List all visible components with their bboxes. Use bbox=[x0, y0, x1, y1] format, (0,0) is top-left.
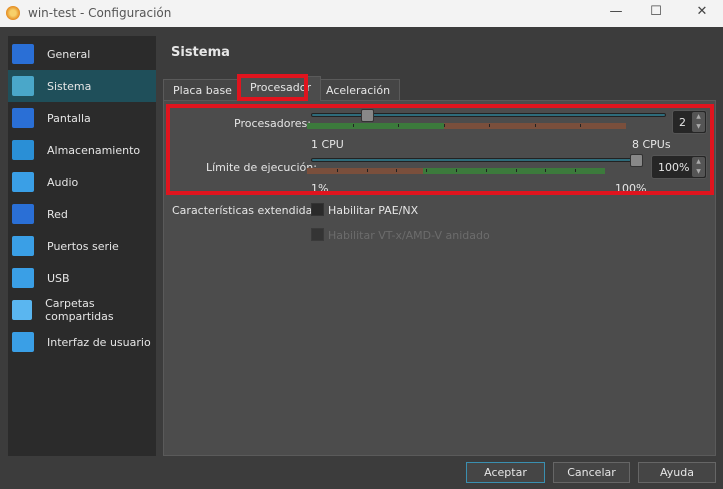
sidebar-item-label: Almacenamiento bbox=[47, 143, 141, 157]
sidebar-item-puertos-serie[interactable]: Puertos serie bbox=[8, 230, 156, 262]
minimize-button[interactable]: — bbox=[606, 4, 626, 22]
highlight-tab bbox=[237, 74, 308, 101]
nested-vtx-checkbox[interactable] bbox=[311, 228, 324, 241]
system-icon bbox=[12, 76, 34, 96]
usb-icon bbox=[12, 268, 34, 288]
sidebar-item-label: General bbox=[47, 47, 91, 61]
sidebar-item-almacenamiento[interactable]: Almacenamiento bbox=[8, 134, 156, 166]
pae-checkbox[interactable] bbox=[311, 203, 324, 216]
ok-button[interactable]: Aceptar bbox=[466, 462, 545, 483]
tab-aceleracion[interactable]: Aceleración bbox=[316, 79, 401, 101]
virtualbox-logo-icon bbox=[6, 6, 20, 20]
extended-features-label: Características extendidas: bbox=[172, 204, 322, 217]
sidebar-item-label: USB bbox=[47, 271, 70, 285]
highlight-box bbox=[166, 104, 714, 195]
sidebar-item-usb[interactable]: USB bbox=[8, 262, 156, 294]
sidebar-item-sistema[interactable]: Sistema bbox=[8, 70, 156, 102]
storage-icon bbox=[12, 140, 34, 160]
general-icon bbox=[12, 44, 34, 64]
display-icon bbox=[12, 108, 34, 128]
sidebar-item-label: Red bbox=[47, 207, 68, 221]
sidebar-item-interfaz-de-usuario[interactable]: Interfaz de usuario bbox=[8, 326, 156, 358]
sidebar-item-red[interactable]: Red bbox=[8, 198, 156, 230]
sidebar-item-carpetas-compartidas[interactable]: Carpetas compartidas bbox=[8, 294, 156, 326]
settings-sidebar: General Sistema Pantalla Almacenamiento Audi… bbox=[8, 36, 156, 456]
help-button[interactable]: Ayuda bbox=[638, 462, 716, 483]
sidebar-item-general[interactable]: General bbox=[8, 38, 156, 70]
nested-vtx-label[interactable]: Habilitar VT-x/AMD-V anidado bbox=[328, 229, 490, 242]
sidebar-item-audio[interactable]: Audio bbox=[8, 166, 156, 198]
window-title: win-test - Configuración bbox=[28, 6, 172, 20]
sidebar-item-label: Puertos serie bbox=[47, 239, 119, 253]
cancel-button[interactable]: Cancelar bbox=[553, 462, 630, 483]
title-bar: win-test - Configuración — ☐ ✕ bbox=[0, 0, 723, 27]
pae-label[interactable]: Habilitar PAE/NX bbox=[328, 204, 418, 217]
user-interface-icon bbox=[12, 332, 34, 352]
shared-folders-icon bbox=[12, 300, 33, 320]
sidebar-item-label: Carpetas compartidas bbox=[45, 297, 114, 323]
sidebar-item-pantalla[interactable]: Pantalla bbox=[8, 102, 156, 134]
maximize-button[interactable]: ☐ bbox=[646, 4, 666, 22]
sidebar-item-label: Pantalla bbox=[47, 111, 91, 125]
sidebar-item-label: Sistema bbox=[47, 79, 92, 93]
network-icon bbox=[12, 204, 34, 224]
close-button[interactable]: ✕ bbox=[692, 4, 712, 22]
audio-icon bbox=[12, 172, 34, 192]
page-title: Sistema bbox=[171, 45, 230, 60]
tab-placa-base[interactable]: Placa base bbox=[163, 79, 242, 101]
serial-ports-icon bbox=[12, 236, 34, 256]
sidebar-item-label: Audio bbox=[47, 175, 79, 189]
sidebar-item-label: Interfaz de usuario bbox=[47, 335, 151, 349]
